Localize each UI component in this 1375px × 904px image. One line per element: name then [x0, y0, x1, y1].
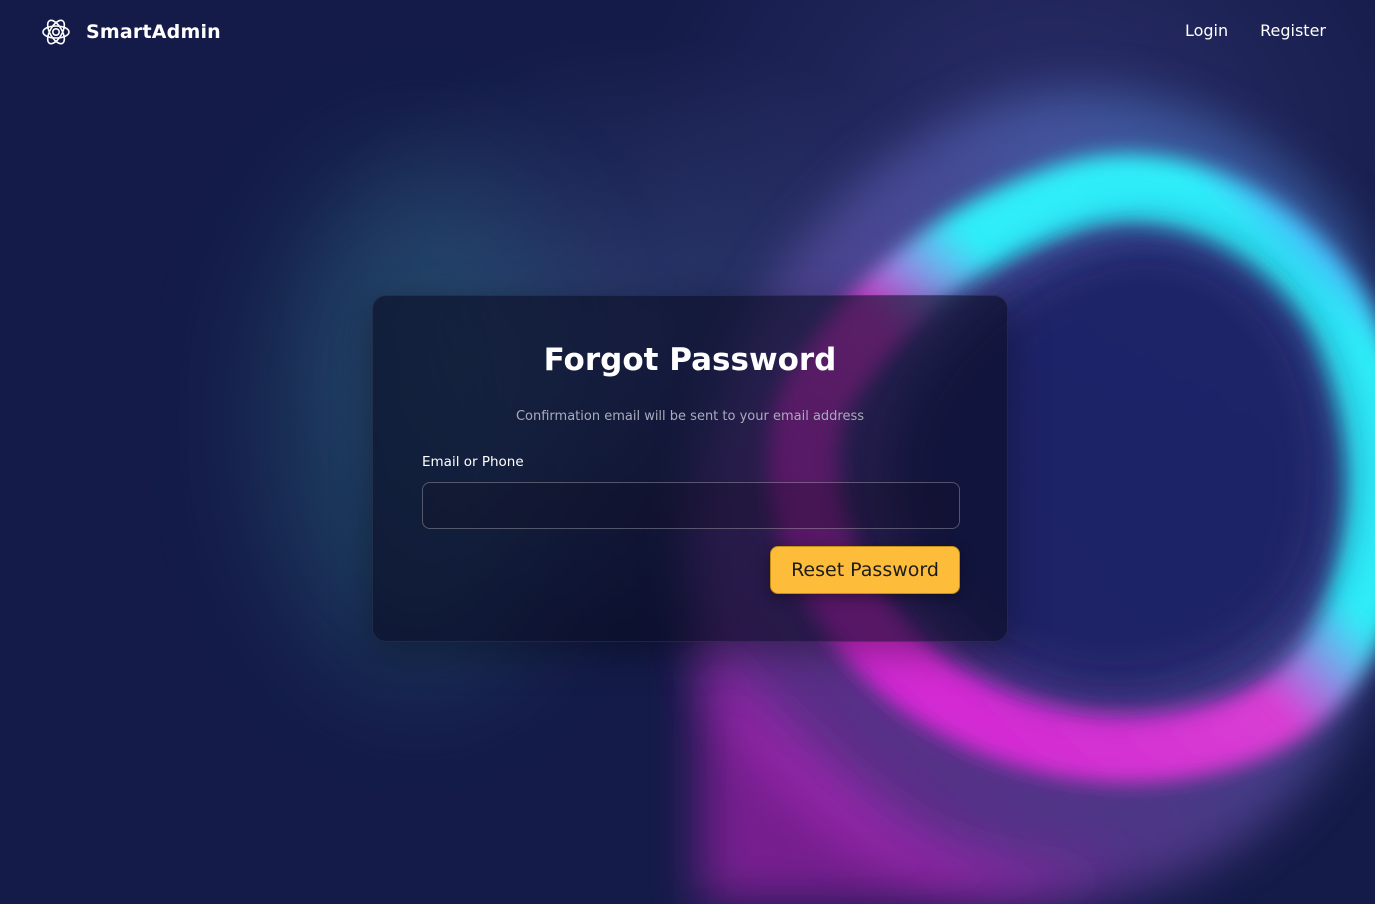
brand-link[interactable]: SmartAdmin [41, 16, 221, 48]
top-navbar: SmartAdmin Login Register [0, 0, 1375, 66]
register-link[interactable]: Register [1260, 21, 1326, 40]
email-or-phone-input[interactable] [422, 482, 960, 529]
top-nav-links: Login Register [1185, 21, 1326, 40]
reset-password-button[interactable]: Reset Password [770, 546, 960, 594]
atom-logo-icon [41, 16, 71, 48]
brand-name: SmartAdmin [86, 21, 221, 43]
forgot-password-card: Forgot Password Confirmation email will … [372, 295, 1008, 642]
login-link[interactable]: Login [1185, 21, 1228, 40]
page-subtitle: Confirmation email will be sent to your … [515, 409, 865, 424]
email-or-phone-label: Email or Phone [422, 454, 524, 470]
page-title: Forgot Password [543, 342, 837, 378]
